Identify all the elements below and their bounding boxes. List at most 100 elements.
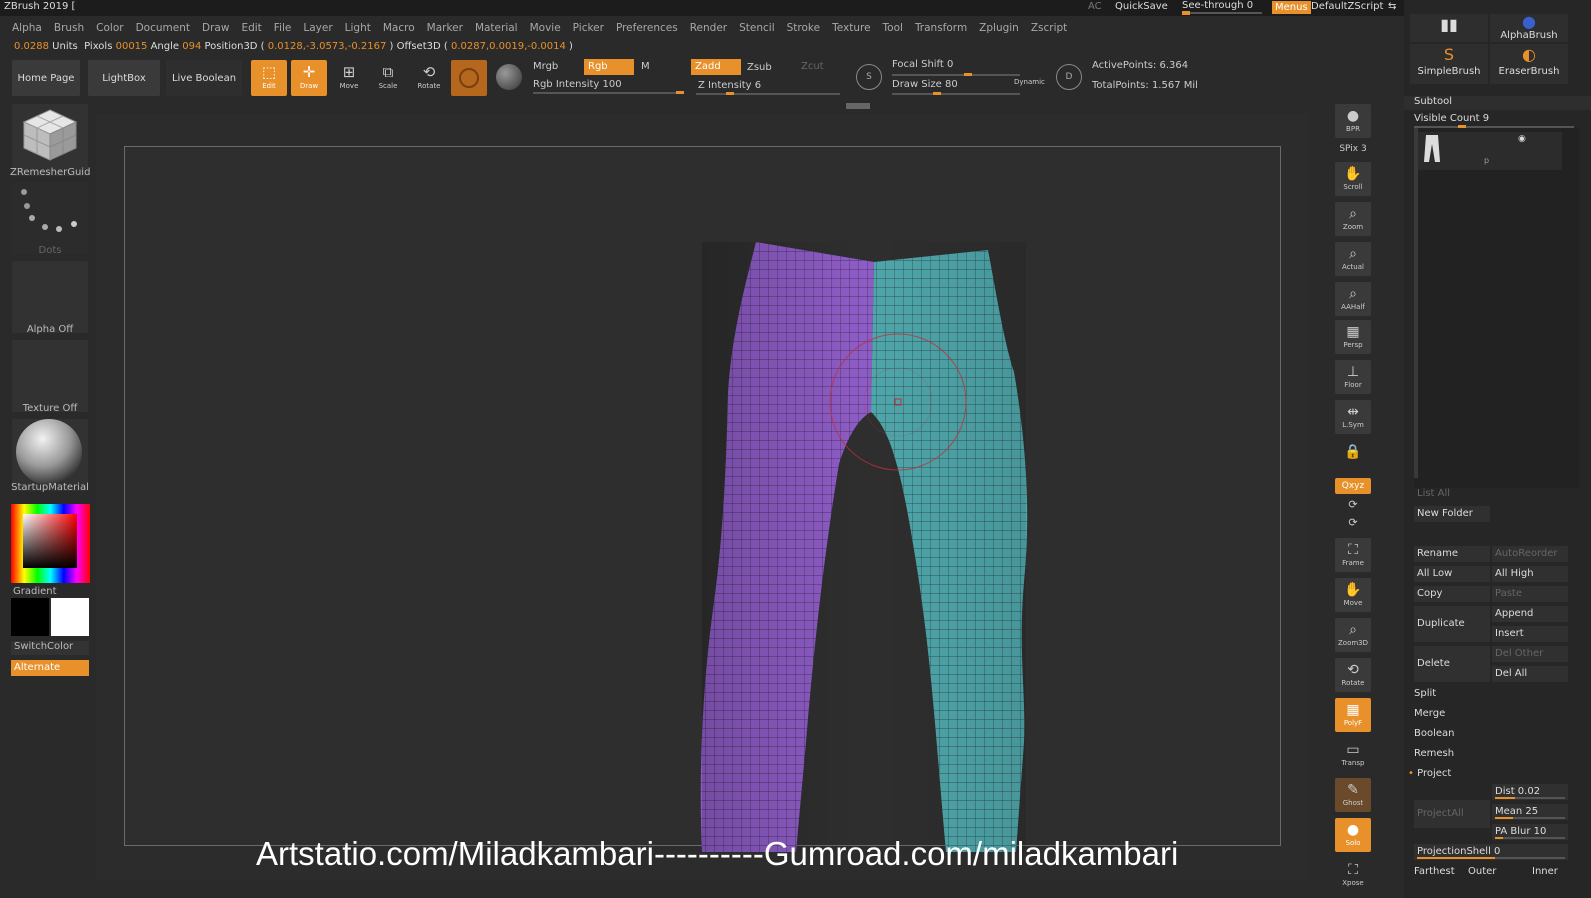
new-folder-button[interactable]: New Folder [1414, 506, 1490, 522]
farthest-button[interactable]: Farthest [1414, 866, 1455, 877]
eraser-brush-tile[interactable]: ◐ EraserBrush [1490, 44, 1568, 84]
append-button[interactable]: Append [1492, 606, 1568, 622]
spix-label[interactable]: SPix 3 [1335, 144, 1371, 154]
color-picker[interactable] [11, 504, 90, 583]
dist-slider[interactable]: Dist 0.02 [1492, 784, 1568, 800]
switch-color-button[interactable]: SwitchColor [11, 641, 89, 655]
pants-mesh-model[interactable] [696, 242, 1036, 862]
outer-button[interactable]: Outer [1468, 866, 1496, 877]
menus-button[interactable]: Menus [1272, 1, 1311, 14]
mrgb-button[interactable]: Mrgb [533, 61, 558, 72]
main-color-swatch[interactable] [11, 598, 49, 636]
menu-brush[interactable]: Brush [48, 18, 90, 38]
menu-tool[interactable]: Tool [877, 18, 909, 38]
top-brush-thumbnail[interactable]: ▮▮ [1410, 14, 1488, 42]
menu-draw[interactable]: Draw [196, 18, 235, 38]
menu-preferences[interactable]: Preferences [610, 18, 684, 38]
dynamic-button[interactable]: Dynamic [1014, 78, 1045, 86]
rgb-button[interactable]: Rgb [584, 59, 634, 75]
lock-button[interactable]: 🔒 [1335, 440, 1371, 474]
lsym-button[interactable]: ⇹ L.Sym [1335, 400, 1371, 434]
split-section[interactable]: Split [1414, 688, 1436, 699]
move-view-button[interactable]: ✋ Move [1335, 578, 1371, 612]
eye-icon[interactable]: ◉ [1518, 134, 1526, 144]
project-all-button[interactable]: ProjectAll [1414, 800, 1490, 828]
merge-section[interactable]: Merge [1414, 708, 1445, 719]
default-zscript-button[interactable]: DefaultZScript [1311, 1, 1383, 12]
scroll-handle[interactable] [846, 103, 870, 109]
alpha-thumbnail[interactable] [12, 261, 88, 333]
material-thumbnail[interactable] [12, 419, 88, 491]
del-other-button[interactable]: Del Other [1492, 646, 1568, 662]
boolean-section[interactable]: Boolean [1414, 728, 1455, 739]
menu-edit[interactable]: Edit [235, 18, 267, 38]
texture-thumbnail[interactable] [12, 340, 88, 412]
stroke-icon[interactable] [496, 64, 522, 90]
menu-macro[interactable]: Macro [377, 18, 421, 38]
remesh-section[interactable]: Remesh [1414, 748, 1454, 759]
zadd-button[interactable]: Zadd [691, 59, 741, 75]
project-section[interactable]: • Project [1408, 768, 1451, 779]
actual-button[interactable]: ⌕ Actual [1335, 242, 1371, 276]
menu-alpha[interactable]: Alpha [0, 18, 48, 38]
focal-shift-slider[interactable] [892, 74, 1020, 76]
menu-color[interactable]: Color [90, 18, 129, 38]
z-intensity-slider[interactable] [696, 93, 840, 95]
subtool-scrollbar[interactable] [1414, 128, 1418, 478]
mean-slider[interactable]: Mean 25 [1492, 804, 1568, 820]
alpha-brush-tile[interactable]: ● AlphaBrush [1490, 14, 1568, 42]
rgb-intensity-slider[interactable] [533, 92, 683, 94]
transp-button[interactable]: ▭ Transp [1335, 738, 1371, 772]
floor-button[interactable]: ⊥ Floor [1335, 360, 1371, 394]
gradient-label[interactable]: Gradient [13, 586, 57, 597]
menu-stencil[interactable]: Stencil [733, 18, 781, 38]
aahalf-button[interactable]: ⌕ AAHalf [1335, 282, 1371, 316]
menu-zscript[interactable]: Zscript [1025, 18, 1073, 38]
pa-blur-slider[interactable]: PA Blur 10 [1492, 824, 1568, 840]
zoom3d-button[interactable]: ⌕ Zoom3D [1335, 618, 1371, 652]
live-boolean-button[interactable]: Live Boolean [166, 60, 242, 96]
edit-button[interactable]: ⬚ Edit [251, 60, 287, 96]
rotate-button[interactable]: ⟲ Rotate [411, 60, 447, 96]
menu-texture[interactable]: Texture [826, 18, 876, 38]
menu-zplugin[interactable]: Zplugin [973, 18, 1025, 38]
delete-button[interactable]: Delete [1414, 646, 1490, 682]
copy-button[interactable]: Copy [1414, 586, 1490, 602]
focal-shift-icon[interactable]: S [856, 64, 882, 90]
z-intensity-knob[interactable] [726, 92, 734, 95]
alternate-button[interactable]: Alternate [11, 660, 89, 676]
zcut-button[interactable]: Zcut [801, 61, 824, 72]
rotate-view-button[interactable]: ⟲ Rotate [1335, 658, 1371, 692]
draw-button[interactable]: ✛ Draw [291, 60, 327, 96]
rename-button[interactable]: Rename [1414, 546, 1490, 562]
stroke-thumbnail[interactable] [12, 182, 88, 254]
quicksave-button[interactable]: QuickSave [1115, 1, 1168, 12]
menu-material[interactable]: Material [469, 18, 524, 38]
lightbox-button[interactable]: LightBox [88, 60, 160, 96]
subtool-header[interactable]: Subtool [1404, 96, 1591, 110]
ghost-button[interactable]: ✎ Ghost [1335, 778, 1371, 812]
rotate-y-icon[interactable]: ⟳ [1335, 498, 1371, 511]
menu-movie[interactable]: Movie [524, 18, 567, 38]
focal-shift-knob[interactable] [964, 73, 972, 76]
subtool-item[interactable]: p ◉ [1418, 132, 1562, 170]
menu-light[interactable]: Light [339, 18, 377, 38]
xyz-button[interactable]: Qxyz [1335, 478, 1371, 494]
scale-button[interactable]: ⧉ Scale [370, 60, 406, 96]
all-high-button[interactable]: All High [1492, 566, 1568, 582]
persp-button[interactable]: ▦ Persp [1335, 320, 1371, 354]
paste-button[interactable]: Paste [1492, 586, 1568, 602]
subtool-list[interactable] [1414, 128, 1579, 488]
scroll-button[interactable]: ✋ Scroll [1335, 162, 1371, 196]
move-button[interactable]: ⊞ Move [331, 60, 367, 96]
menu-layer[interactable]: Layer [297, 18, 338, 38]
see-through-slider[interactable]: See-through 0 [1182, 0, 1262, 15]
list-all-button[interactable]: List All [1414, 486, 1490, 502]
polyf-button[interactable]: ▦ PolyF [1335, 698, 1371, 732]
secondary-color-swatch[interactable] [51, 598, 89, 636]
auto-reorder-button[interactable]: AutoReorder [1492, 546, 1568, 562]
all-low-button[interactable]: All Low [1414, 566, 1490, 582]
zoom-button[interactable]: ⌕ Zoom [1335, 202, 1371, 236]
zsub-button[interactable]: Zsub [747, 62, 772, 73]
inner-button[interactable]: Inner [1532, 866, 1558, 877]
